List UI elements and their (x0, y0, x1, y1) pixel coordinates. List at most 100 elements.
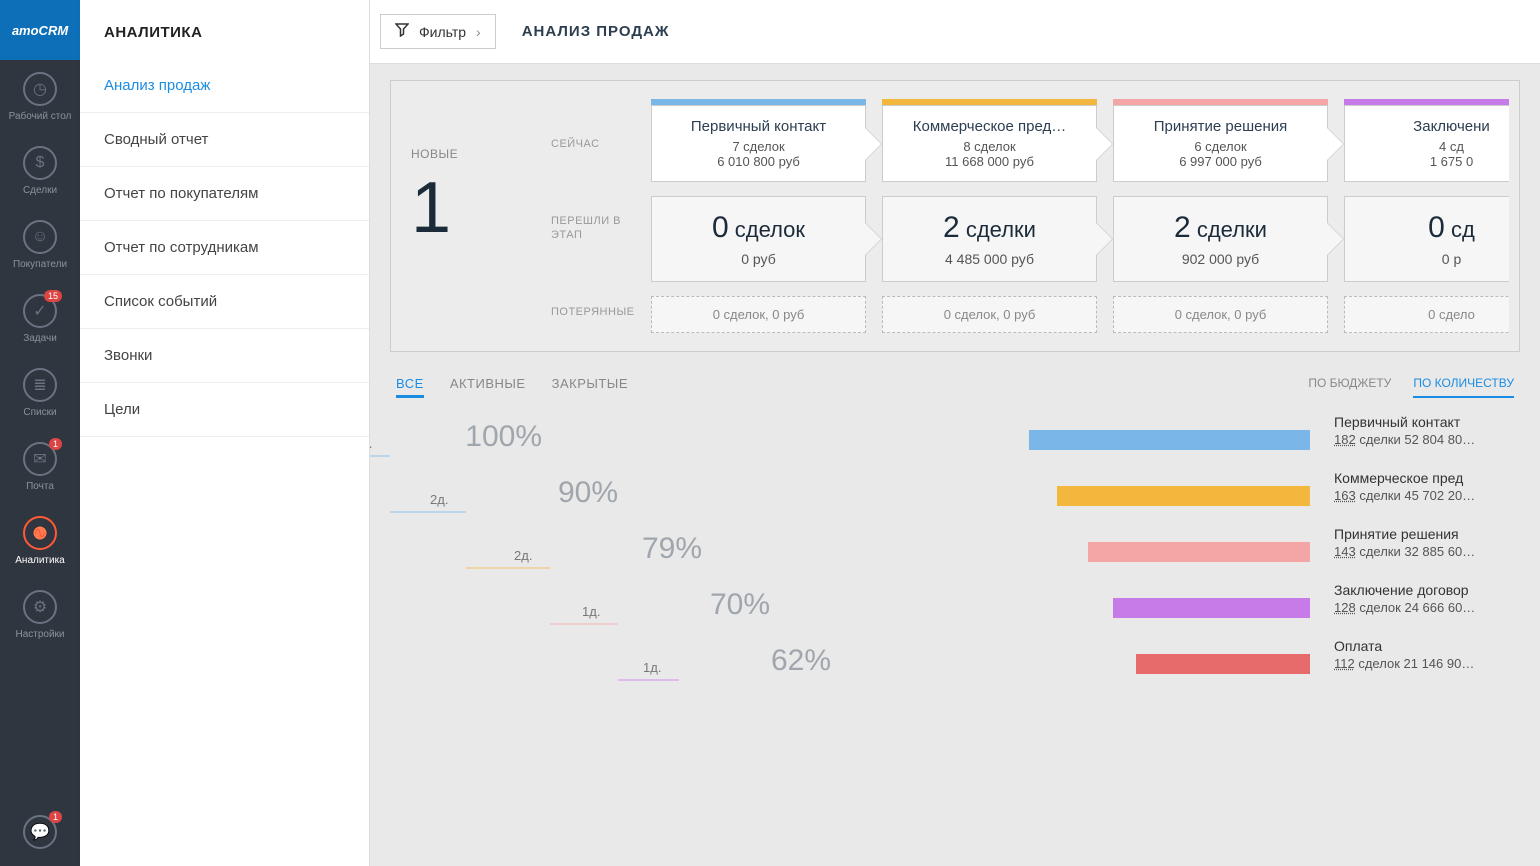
stage-moved-count: 0 сд (1351, 211, 1509, 245)
funnel-bar[interactable] (1113, 598, 1310, 618)
sidebar-item-5[interactable]: Звонки (80, 329, 369, 383)
stage-now-sum: 6 997 000 руб (1114, 154, 1327, 181)
stage-moved-card[interactable]: 2 сделки 902 000 руб (1113, 196, 1328, 282)
chat-badge: 1 (49, 811, 62, 823)
main-area: Фильтр › АНАЛИЗ ПРОДАЖ НОВЫЕ 1 СЕЙЧАС ПЕ… (370, 0, 1540, 866)
brand-logo[interactable]: amoCRM (0, 0, 80, 60)
funnel-bar[interactable] (1088, 542, 1310, 562)
stage-moved-sum: 902 000 руб (1120, 251, 1321, 267)
stage-moved-count: 2 сделки (889, 211, 1090, 245)
nav-label: Рабочий стол (9, 111, 72, 122)
funnel-underline (466, 567, 550, 569)
stage-moved-sum: 0 руб (658, 251, 859, 267)
stage-lost: 0 сделок, 0 руб (651, 296, 866, 333)
stages-panel: НОВЫЕ 1 СЕЙЧАС ПЕРЕШЛИ В ЭТАП ПОТЕРЯННЫЕ… (390, 80, 1520, 352)
nav-item-4[interactable]: ≣Списки (0, 356, 80, 430)
funnel-row-4: 1д. 62% (390, 638, 1310, 694)
legend-item-0[interactable]: Первичный контакт 182 сделки 52 804 80… (1334, 414, 1520, 470)
chevron-right-icon: › (476, 24, 481, 40)
funnel-days: 1д. (370, 436, 372, 451)
sidebar-item-4[interactable]: Список событий (80, 275, 369, 329)
nav-label: Задачи (23, 333, 57, 344)
stage-name: Заключени (1345, 106, 1509, 139)
nav-item-3[interactable]: ✓Задачи15 (0, 282, 80, 356)
рабочий стол-icon: ◷ (23, 72, 57, 106)
sidebar-item-0[interactable]: Анализ продаж (80, 59, 369, 113)
аналитика-icon: ∿ (23, 516, 57, 550)
filter-button[interactable]: Фильтр › (380, 14, 496, 49)
stage-now-sum: 11 668 000 руб (883, 154, 1096, 181)
stage-now-card[interactable]: Заключени 4 сд 1 675 0 (1344, 105, 1509, 182)
funnel-row-2: 2д. 79% (390, 526, 1310, 582)
legend-item-1[interactable]: Коммерческое пред 163 сделки 45 702 20… (1334, 470, 1520, 526)
filter-tabs-left: ВСЕ АКТИВНЫЕ ЗАКРЫТЫЕ (396, 376, 628, 398)
stage-moved-card[interactable]: 2 сделки 4 485 000 руб (882, 196, 1097, 282)
legend-name: Коммерческое пред (1334, 470, 1520, 486)
funnel-pct: 70% (710, 588, 770, 622)
tab-right-1[interactable]: ПО КОЛИЧЕСТВУ (1413, 376, 1514, 398)
sidebar-item-2[interactable]: Отчет по покупателям (80, 167, 369, 221)
stage-moved-card[interactable]: 0 сд 0 р (1344, 196, 1509, 282)
sidebar-item-3[interactable]: Отчет по сотрудникам (80, 221, 369, 275)
списки-icon: ≣ (23, 368, 57, 402)
page-title: АНАЛИЗ ПРОДАЖ (522, 23, 670, 40)
tab-left-1[interactable]: АКТИВНЫЕ (450, 376, 526, 398)
tab-left-0[interactable]: ВСЕ (396, 376, 424, 398)
legend-detail: 112 сделок 21 146 90… (1334, 656, 1520, 671)
nav-item-6[interactable]: ∿Аналитика (0, 504, 80, 578)
filter-tabs-right: ПО БЮДЖЕТУ ПО КОЛИЧЕСТВУ (1308, 376, 1514, 398)
funnel-bar[interactable] (1057, 486, 1310, 506)
funnel-row-1: 2д. 90% (390, 470, 1310, 526)
nav-badge: 15 (44, 290, 62, 302)
funnel-bar[interactable] (1136, 654, 1310, 674)
stage-now-card[interactable]: Коммерческое пред… 8 сделок 11 668 000 р… (882, 105, 1097, 182)
stage-2: Принятие решения 6 сделок 6 997 000 руб … (1113, 99, 1328, 333)
legend-name: Заключение договор (1334, 582, 1520, 598)
label-moved: ПЕРЕШЛИ В ЭТАП (551, 214, 651, 243)
legend-name: Первичный контакт (1334, 414, 1520, 430)
nav-chat[interactable]: 💬 1 (0, 803, 80, 866)
legend-name: Оплата (1334, 638, 1520, 654)
funnel-pct: 100% (465, 420, 542, 454)
tab-left-2[interactable]: ЗАКРЫТЫЕ (552, 376, 628, 398)
nav-item-2[interactable]: ☺Покупатели (0, 208, 80, 282)
legend-item-3[interactable]: Заключение договор 128 сделок 24 666 60… (1334, 582, 1520, 638)
legend-item-2[interactable]: Принятие решения143 сделки 32 885 60… (1334, 526, 1520, 582)
nav-item-7[interactable]: ⚙Настройки (0, 578, 80, 652)
stage-lost: 0 сделок, 0 руб (1113, 296, 1328, 333)
funnel-chart: 1д. 100% 2д. 90% 2д. 79% 1д. 70% 1д. 62%… (390, 414, 1520, 694)
topbar: Фильтр › АНАЛИЗ ПРОДАЖ (370, 0, 1540, 64)
primary-nav: amoCRM ◷Рабочий стол$Сделки☺Покупатели✓З… (0, 0, 80, 866)
nav-item-0[interactable]: ◷ Рабочий стол (0, 60, 80, 134)
stage-now-deals: 8 сделок (883, 139, 1096, 154)
legend-item-4[interactable]: Оплата 112 сделок 21 146 90… (1334, 638, 1520, 694)
stage-moved-sum: 4 485 000 руб (889, 251, 1090, 267)
stage-now-deals: 4 сд (1345, 139, 1509, 154)
legend-detail: 128 сделок 24 666 60… (1334, 600, 1520, 615)
legend-detail: 182 сделки 52 804 80… (1334, 432, 1520, 447)
funnel-row-3: 1д. 70% (390, 582, 1310, 638)
new-title: НОВЫЕ (411, 147, 551, 161)
funnel-bar[interactable] (1029, 430, 1310, 450)
stage-now-deals: 7 сделок (652, 139, 865, 154)
sidebar-item-6[interactable]: Цели (80, 383, 369, 437)
funnel-days: 2д. (430, 492, 448, 507)
stage-lost: 0 сдело (1344, 296, 1509, 333)
stage-1: Коммерческое пред… 8 сделок 11 668 000 р… (882, 99, 1097, 333)
funnel-days: 1д. (582, 604, 600, 619)
nav-item-1[interactable]: $Сделки (0, 134, 80, 208)
sidebar-item-1[interactable]: Сводный отчет (80, 113, 369, 167)
funnel-underline (550, 623, 618, 625)
funnel-underline (618, 679, 679, 681)
legend-detail: 163 сделки 45 702 20… (1334, 488, 1520, 503)
label-now: СЕЙЧАС (551, 137, 651, 151)
настройки-icon: ⚙ (23, 590, 57, 624)
stage-now-card[interactable]: Первичный контакт 7 сделок 6 010 800 руб (651, 105, 866, 182)
nav-item-5[interactable]: ✉Почта1 (0, 430, 80, 504)
tab-right-0[interactable]: ПО БЮДЖЕТУ (1308, 376, 1391, 398)
label-lost: ПОТЕРЯННЫЕ (551, 305, 651, 319)
stage-now-card[interactable]: Принятие решения 6 сделок 6 997 000 руб (1113, 105, 1328, 182)
nav-label: Покупатели (13, 259, 67, 270)
stage-lost: 0 сделок, 0 руб (882, 296, 1097, 333)
stage-moved-card[interactable]: 0 сделок 0 руб (651, 196, 866, 282)
